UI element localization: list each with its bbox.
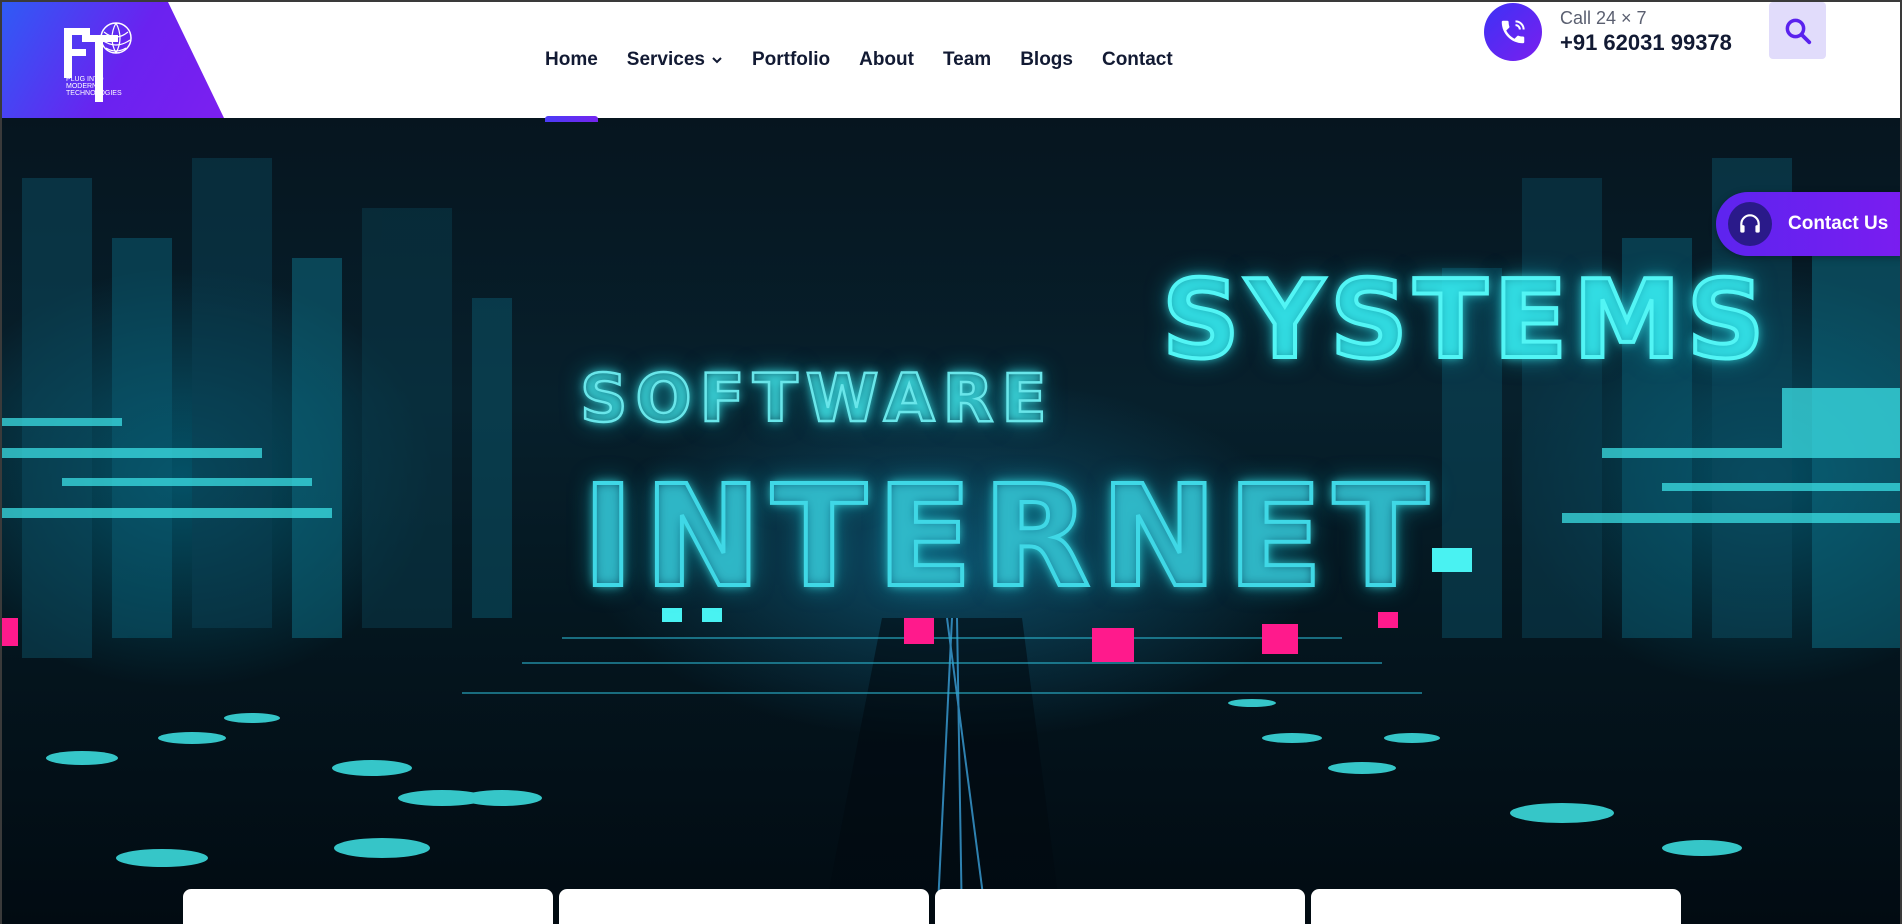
call-info[interactable]: Call 24 × 7 +91 62031 99378: [1484, 2, 1732, 62]
nav-item-services[interactable]: Services: [627, 2, 723, 118]
nav-item-team[interactable]: Team: [943, 2, 991, 118]
search-button[interactable]: [1769, 2, 1826, 59]
nav-item-about[interactable]: About: [859, 2, 914, 118]
feature-card[interactable]: [559, 889, 929, 924]
call-number[interactable]: +91 62031 99378: [1560, 29, 1732, 57]
hero-word-internet: INTERNET: [580, 454, 1439, 621]
nav-item-label: Blogs: [1020, 49, 1073, 70]
headphones-icon: [1728, 202, 1772, 246]
nav-item-label: Services: [626, 49, 705, 70]
phone-icon[interactable]: [1484, 3, 1542, 61]
nav-item-label: Team: [942, 49, 992, 70]
nav-item-portfolio[interactable]: Portfolio: [752, 2, 830, 118]
search-icon: [1785, 18, 1811, 44]
hero-banner: SOFTWARE SYSTEMS INTERNET: [2, 118, 1900, 924]
call-text: Call 24 × 7 +91 62031 99378: [1560, 7, 1732, 57]
nav-item-home[interactable]: Home: [545, 2, 598, 122]
logo[interactable]: PLUG INTO MODERN TECHNOLOGIES: [2, 2, 224, 118]
feature-card[interactable]: [1311, 889, 1681, 924]
hero-word-software: SOFTWARE: [579, 359, 1055, 439]
contact-us-button[interactable]: Contact Us: [1716, 192, 1900, 256]
nav-item-label: Portfolio: [751, 49, 831, 70]
feature-card[interactable]: [935, 889, 1305, 924]
feature-card[interactable]: [183, 889, 553, 924]
hero-word-systems: SYSTEMS: [1160, 256, 1771, 385]
logo-tagline: PLUG INTO MODERN TECHNOLOGIES: [66, 76, 122, 97]
nav-item-label: Home: [545, 49, 598, 70]
main-nav: Home Services Portfolio About Team Blogs: [545, 2, 1202, 122]
nav-item-label: Contact: [1101, 49, 1173, 70]
nav-item-label: About: [859, 49, 914, 70]
call-label: Call 24 × 7: [1560, 8, 1647, 28]
page: PLUG INTO MODERN TECHNOLOGIES Home Servi…: [0, 0, 1902, 924]
feature-cards: [183, 889, 1681, 924]
chevron-down-icon: [712, 57, 722, 64]
nav-item-contact[interactable]: Contact: [1102, 2, 1173, 118]
phone-glyph-icon: [1501, 20, 1525, 44]
contact-us-label: Contact Us: [1788, 213, 1889, 234]
site-header: PLUG INTO MODERN TECHNOLOGIES Home Servi…: [2, 2, 1900, 122]
nav-item-blogs[interactable]: Blogs: [1020, 2, 1073, 118]
